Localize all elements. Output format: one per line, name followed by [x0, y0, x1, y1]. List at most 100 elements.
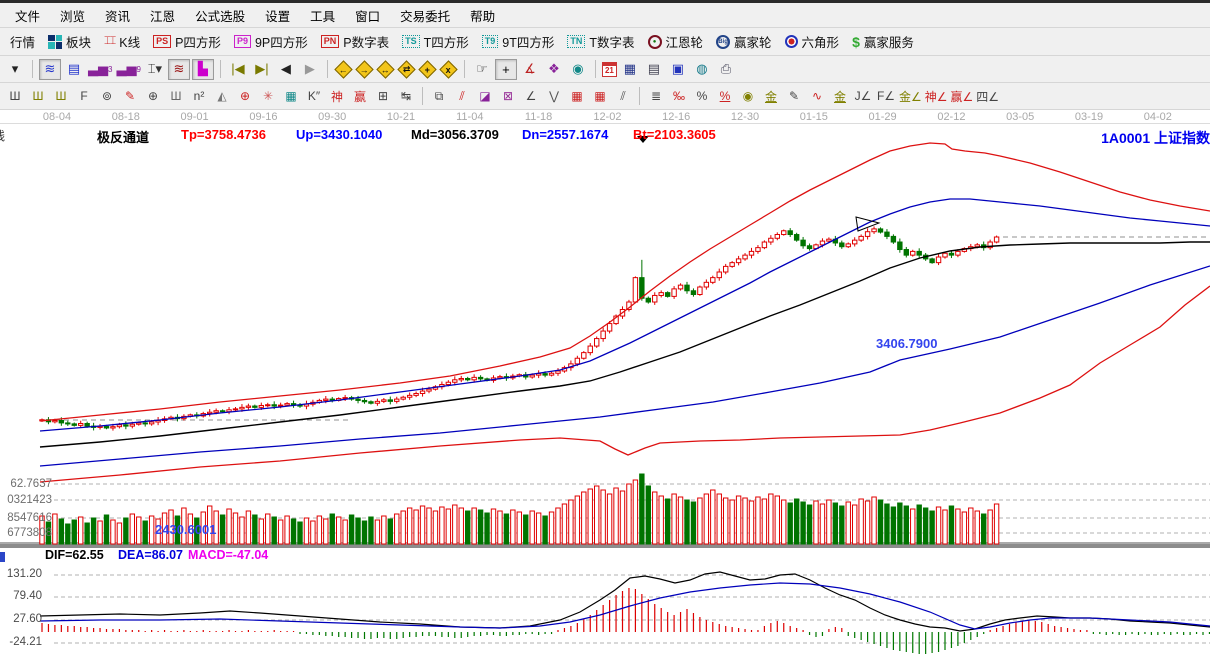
purple-fan-box-icon[interactable]: ◪ — [474, 86, 496, 107]
grid-123-icon[interactable]: ⊞ — [372, 86, 394, 107]
feature-t-table[interactable]: TNT数字表 — [561, 30, 640, 53]
spiral-icon[interactable]: ⊚ — [96, 86, 118, 107]
feature-winner-service[interactable]: $赢家服务 — [846, 30, 920, 53]
feature-kline[interactable]: ⌶⌶K线 — [98, 30, 146, 53]
indicator-dropdown-caret[interactable]: ▾ — [4, 59, 26, 80]
si-angle-icon[interactable]: 四∠ — [975, 86, 1000, 107]
k-mark-icon[interactable]: K″ — [303, 86, 325, 107]
gold-angle-icon[interactable]: 金∠ — [898, 86, 923, 107]
red-fan-icon[interactable]: ⫽ — [451, 86, 473, 107]
last-page-icon[interactable]: ▶| — [251, 59, 273, 80]
save-icon[interactable]: ▣ — [667, 59, 689, 80]
gold-ruler-2-icon[interactable]: Ш — [50, 86, 72, 107]
parallel-lines-icon[interactable]: ⫽ — [612, 86, 634, 107]
red-grid-arrow-icon[interactable]: ▦ — [589, 86, 611, 107]
feature-hexagon[interactable]: 六角形 — [779, 30, 846, 53]
feature-9p-square[interactable]: P99P四方形 — [228, 30, 314, 53]
gold-circle-icon[interactable]: ◉ — [737, 86, 759, 107]
menu-item-4[interactable]: 公式选股 — [186, 3, 254, 28]
span-arrows-icon[interactable]: ↹ — [395, 86, 417, 107]
percent-icon[interactable]: % — [691, 86, 713, 107]
feature-sectors[interactable]: 板块 — [42, 30, 97, 53]
ladder-percent-icon[interactable]: ≣ — [645, 86, 667, 107]
menu-item-2[interactable]: 资讯 — [96, 3, 139, 28]
feature-quotes[interactable]: 行情 — [4, 30, 41, 53]
feature-t-square[interactable]: TST四方形 — [396, 30, 475, 53]
red-pencil-icon[interactable]: ✎ — [119, 86, 141, 107]
blue-wave-tool-icon[interactable]: ≋ — [39, 59, 61, 80]
cycle-comb-icon[interactable]: Ш — [165, 86, 187, 107]
chart-9-icon[interactable]: ▃▅9 — [115, 59, 141, 80]
n-squared-icon[interactable]: n² — [188, 86, 210, 107]
info-list-icon[interactable]: ▤ — [63, 59, 85, 80]
fan-box-2-icon[interactable]: ⊠ — [497, 86, 519, 107]
ying-ruler-icon[interactable]: 赢 — [349, 86, 371, 107]
percent-line-icon[interactable]: % — [714, 86, 736, 107]
next-page-icon[interactable]: ▶ — [299, 59, 321, 80]
star-burst-icon[interactable]: ✳ — [257, 86, 279, 107]
angle-lines-icon[interactable]: ∠ — [520, 86, 542, 107]
notes-icon[interactable]: ▤ — [643, 59, 665, 80]
diamond-left-icon[interactable]: ← — [334, 60, 352, 78]
red-target-icon[interactable]: ⊕ — [234, 86, 256, 107]
diamond-right-icon[interactable]: → — [355, 60, 373, 78]
menu-item-5[interactable]: 设置 — [256, 3, 299, 28]
volume-bar — [233, 513, 237, 544]
gold-ruler-icon[interactable]: Ш — [27, 86, 49, 107]
candle-style-icon[interactable]: ⌶▾ — [144, 59, 166, 80]
ying-angle-icon[interactable]: 赢∠ — [950, 86, 975, 107]
prev-page-icon[interactable]: ◀ — [275, 59, 297, 80]
calculator-icon[interactable]: ▦ — [619, 59, 641, 80]
feature-winner-wheel[interactable]: Big赢家轮 — [710, 30, 778, 53]
menu-item-7[interactable]: 窗口 — [346, 3, 389, 28]
menu-item-1[interactable]: 浏览 — [51, 3, 94, 28]
gann-box-tool-icon[interactable]: ❖ — [543, 59, 565, 80]
menu-item-3[interactable]: 江恩 — [141, 3, 184, 28]
gold-red-line-icon[interactable]: 金 — [829, 86, 851, 107]
mirror-angle-icon[interactable]: ◭ — [211, 86, 233, 107]
red-grid-icon[interactable]: ▦ — [566, 86, 588, 107]
feature-p-table[interactable]: PNP数字表 — [315, 30, 395, 53]
chart-3-icon[interactable]: ▃▅3 — [87, 59, 113, 80]
volume-bar — [549, 512, 553, 544]
first-page-icon[interactable]: |◀ — [227, 59, 249, 80]
menu-item-8[interactable]: 交易委托 — [391, 3, 459, 28]
angle-measure-icon[interactable]: ∡ — [519, 59, 541, 80]
menu-item-0[interactable]: 文件 — [6, 3, 49, 28]
diamond-cross-icon[interactable]: x — [439, 60, 457, 78]
candle-body — [769, 238, 773, 242]
calendar-icon[interactable]: 21 — [602, 62, 617, 77]
pencil-icon[interactable]: ✎ — [783, 86, 805, 107]
red-wave-tool-icon[interactable]: ≋ — [168, 59, 190, 80]
diamond-expand-icon[interactable]: + — [418, 60, 436, 78]
wave-icon[interactable]: ∿ — [806, 86, 828, 107]
gold-line-icon[interactable]: 金 — [760, 86, 782, 107]
diamond-hspan-icon[interactable]: ↔ — [376, 60, 394, 78]
v-lines-icon[interactable]: ⋁ — [543, 86, 565, 107]
volume-profile-icon[interactable]: ▙ — [192, 59, 214, 80]
volume-bar — [343, 520, 347, 544]
feature-9t-square[interactable]: T99T四方形 — [476, 30, 561, 53]
teal-grid-icon[interactable]: ▦ — [280, 86, 302, 107]
time-ruler-icon[interactable]: Ш — [4, 86, 26, 107]
feature-p-square[interactable]: PSP四方形 — [147, 30, 227, 53]
network-icon[interactable]: ◍ — [691, 59, 713, 80]
fib-ruler-icon[interactable]: F — [73, 86, 95, 107]
circle-cycle-icon[interactable]: ⊕ — [142, 86, 164, 107]
feature-gann-wheel[interactable]: ●江恩轮 — [642, 30, 710, 53]
diamond-swap-icon[interactable]: ⇄ — [397, 60, 415, 78]
permille-icon[interactable]: ‰ — [668, 86, 690, 107]
j-angle-icon[interactable]: J∠ — [852, 86, 874, 107]
main-chart-canvas[interactable] — [0, 110, 1210, 664]
f-angle-icon[interactable]: F∠ — [875, 86, 897, 107]
shen-angle-icon[interactable]: 神∠ — [924, 86, 949, 107]
box-tool-icon[interactable]: ⧉ — [428, 86, 450, 107]
crosshair-tool-icon[interactable]: + — [495, 59, 517, 80]
shen-ruler-icon[interactable]: 神 — [326, 86, 348, 107]
print-icon[interactable]: ⎙ — [715, 59, 737, 80]
menu-item-6[interactable]: 工具 — [301, 3, 344, 28]
gann-grid-tool-icon[interactable]: ◉ — [567, 59, 589, 80]
chart-area: 08-0408-1809-0109-1609-3010-2111-0411-18… — [0, 110, 1210, 664]
menu-item-9[interactable]: 帮助 — [461, 3, 504, 28]
hand-tool-icon[interactable]: ☞ — [471, 59, 493, 80]
